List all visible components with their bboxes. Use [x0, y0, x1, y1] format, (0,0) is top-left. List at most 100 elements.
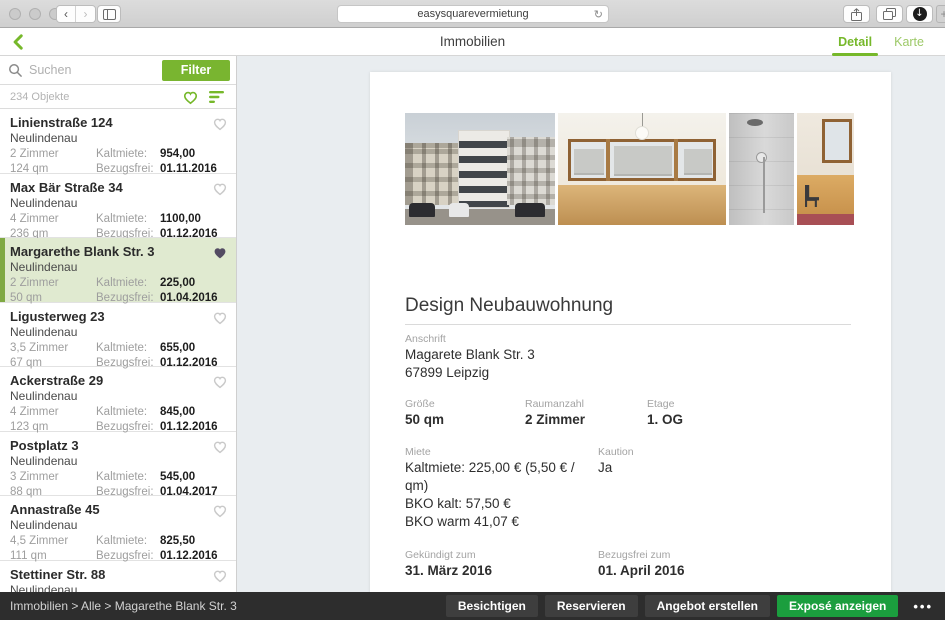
property-title: Ligusterweg 23	[10, 309, 226, 325]
kaltmiete-value: 225,00	[160, 276, 226, 291]
photo-building-exterior[interactable]	[405, 113, 555, 225]
property-district: Neulindenau	[10, 454, 226, 469]
property-district: Neulindenau	[10, 260, 226, 275]
downloads-button[interactable]: ↓	[906, 5, 933, 23]
property-row-selected[interactable]: Margarethe Blank Str. 3 Neulindenau 2 Zi…	[0, 238, 236, 303]
angebot-erstellen-button[interactable]: Angebot erstellen	[645, 595, 770, 617]
property-district: Neulindenau	[10, 389, 226, 404]
kaltmiete-label: Kaltmiete:	[96, 212, 160, 227]
property-title: Margarethe Blank Str. 3	[10, 244, 226, 260]
listing-title: Design Neubauwohnung	[405, 295, 851, 317]
property-row[interactable]: Ackerstraße 29 Neulindenau 4 Zimmer Kalt…	[0, 367, 236, 432]
anschrift-street: Magarete Blank Str. 3	[405, 346, 851, 364]
miete-section: Miete Kaltmiete: 225,00 € (5,50 € / qm) …	[405, 446, 851, 530]
kaltmiete-value: 845,00	[160, 405, 226, 420]
besichtigen-button[interactable]: Besichtigen	[446, 595, 538, 617]
breadcrumb: Immobilien > Alle > Magarethe Blank Str.…	[10, 599, 237, 613]
photo-shower[interactable]	[729, 113, 794, 225]
app-header: Immobilien Detail Karte	[0, 28, 945, 56]
property-detail-card: Design Neubauwohnung Anschrift Magarete …	[370, 72, 891, 592]
anschrift-label: Anschrift	[405, 333, 851, 346]
tab-overview-button[interactable]	[876, 5, 903, 23]
sidebar-toggle-button[interactable]	[97, 5, 121, 23]
favorite-heart-icon[interactable]	[212, 181, 228, 196]
close-window-button[interactable]	[9, 8, 21, 20]
property-row[interactable]: Postplatz 3 Neulindenau 3 Zimmer Kaltmie…	[0, 432, 236, 497]
property-district: Neulindenau	[10, 583, 226, 593]
main-area: Filter 234 Objekte Linienstraße 124 Neul…	[0, 56, 945, 592]
etage-value: 1. OG	[647, 411, 851, 429]
photo-empty-living-room[interactable]	[558, 113, 726, 225]
bezugsfrei-zum-label: Bezugsfrei zum	[598, 549, 851, 562]
property-title: Postplatz 3	[10, 438, 226, 454]
address-bar[interactable]: easysquarevermietung ↻	[337, 5, 609, 23]
kaltmiete-value: 1100,00	[160, 212, 226, 227]
share-icon	[851, 8, 862, 21]
property-title: Stettiner Str. 88	[10, 567, 226, 583]
property-rooms: 3 Zimmer	[10, 470, 96, 485]
download-icon: ↓	[913, 7, 927, 21]
property-rooms: 4 Zimmer	[10, 405, 96, 420]
sidebar-icon	[103, 9, 116, 20]
property-title: Ackerstraße 29	[10, 373, 226, 389]
groesse-value: 50 qm	[405, 411, 525, 429]
favorites-filter-icon[interactable]	[182, 89, 199, 105]
property-district: Neulindenau	[10, 131, 226, 146]
reload-icon[interactable]: ↻	[594, 8, 603, 21]
kaltmiete-value: 655,00	[160, 341, 226, 356]
kaltmiete-label: Kaltmiete:	[96, 405, 160, 420]
favorite-heart-icon[interactable]	[212, 116, 228, 131]
gekuendigt-label: Gekündigt zum	[405, 549, 598, 562]
browser-toolbar: ‹ › easysquarevermietung ↻ ↓ +	[0, 0, 945, 28]
new-tab-button[interactable]: +	[936, 5, 945, 23]
property-rooms: 4 Zimmer	[10, 212, 96, 227]
property-rooms: 2 Zimmer	[10, 147, 96, 162]
miete-label: Miete	[405, 446, 598, 459]
photo-gallery	[405, 113, 856, 225]
expose-anzeigen-button[interactable]: Exposé anzeigen	[777, 595, 898, 617]
property-row[interactable]: Linienstraße 124 Neulindenau 2 Zimmer Ka…	[0, 109, 236, 174]
favorite-heart-icon[interactable]	[212, 439, 228, 454]
tabs-icon	[883, 8, 896, 20]
property-row[interactable]: Annastraße 45 Neulindenau 4,5 Zimmer Kal…	[0, 496, 236, 561]
property-row[interactable]: Max Bär Straße 34 Neulindenau 4 Zimmer K…	[0, 174, 236, 239]
photo-furnished-room[interactable]	[797, 113, 854, 225]
favorite-heart-icon[interactable]	[212, 310, 228, 325]
browser-back-button[interactable]: ‹	[57, 6, 76, 22]
kaltmiete-label: Kaltmiete:	[96, 470, 160, 485]
property-row[interactable]: Stettiner Str. 88 Neulindenau	[0, 561, 236, 593]
page-title: Immobilien	[0, 34, 945, 49]
title-divider	[405, 324, 851, 325]
favorite-heart-filled-icon[interactable]	[212, 245, 228, 260]
minimize-window-button[interactable]	[29, 8, 41, 20]
raumanzahl-label: Raumanzahl	[525, 398, 647, 411]
dates-section: Gekündigt zum 31. März 2016 Bezugsfrei z…	[405, 549, 851, 580]
tab-karte[interactable]: Karte	[890, 28, 928, 56]
action-bar: Immobilien > Alle > Magarethe Blank Str.…	[0, 592, 945, 620]
window-controls	[9, 8, 61, 20]
tab-detail[interactable]: Detail	[834, 28, 876, 56]
search-input[interactable]	[29, 63, 156, 77]
favorite-heart-icon[interactable]	[212, 374, 228, 389]
kaltmiete-label: Kaltmiete:	[96, 534, 160, 549]
property-title: Max Bär Straße 34	[10, 180, 226, 196]
kaltmiete-label: Kaltmiete:	[96, 341, 160, 356]
favorite-heart-icon[interactable]	[212, 503, 228, 518]
property-district: Neulindenau	[10, 325, 226, 340]
favorite-heart-icon[interactable]	[212, 568, 228, 583]
miete-bko-warm: BKO warm 41,07 €	[405, 513, 598, 531]
property-row[interactable]: Ligusterweg 23 Neulindenau 3,5 Zimmer Ka…	[0, 303, 236, 368]
browser-forward-button[interactable]: ›	[76, 6, 95, 22]
results-bar: 234 Objekte	[0, 85, 236, 109]
kaltmiete-value: 825,50	[160, 534, 226, 549]
property-title: Linienstraße 124	[10, 115, 226, 131]
more-actions-icon[interactable]: •••	[913, 599, 933, 614]
property-list-sidebar: Filter 234 Objekte Linienstraße 124 Neul…	[0, 56, 237, 592]
reservieren-button[interactable]: Reservieren	[545, 595, 638, 617]
share-button[interactable]	[843, 5, 870, 23]
property-district: Neulindenau	[10, 196, 226, 211]
raumanzahl-value: 2 Zimmer	[525, 411, 647, 429]
filter-button[interactable]: Filter	[162, 60, 230, 81]
sort-icon[interactable]	[209, 90, 226, 104]
miete-kaltmiete: Kaltmiete: 225,00 € (5,50 € / qm)	[405, 459, 598, 495]
